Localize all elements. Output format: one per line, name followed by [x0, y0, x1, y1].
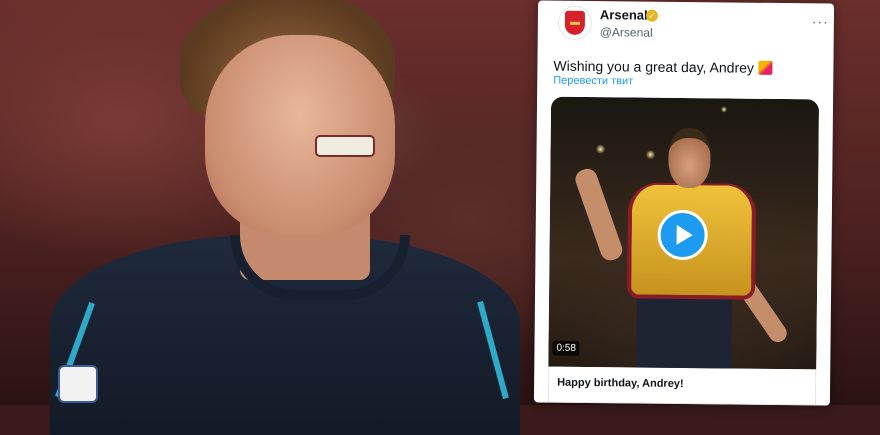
verified-badge-icon: ✓ — [645, 9, 659, 22]
thumbnail-arm — [572, 166, 626, 264]
tweet-card: Arsenal ✓ @Arsenal ··· Wishing you a gre… — [533, 0, 835, 406]
author-name[interactable]: Arsenal — [600, 7, 648, 22]
tweet-body: Wishing you a great day, Andrey — [553, 57, 755, 76]
arsenal-crest-icon[interactable] — [557, 5, 593, 41]
tweet-text: Wishing you a great day, Andrey — [553, 57, 773, 76]
play-icon — [676, 224, 693, 246]
crest-shield — [564, 10, 586, 35]
video-media[interactable]: 0:58 — [548, 96, 820, 370]
video-caption-bar[interactable]: Happy birthday, Andrey! — [547, 366, 817, 406]
party-popper-icon — [757, 60, 773, 75]
video-duration: 0:58 — [552, 340, 581, 356]
author-handle[interactable]: @Arsenal — [600, 25, 653, 40]
more-options-icon[interactable]: ··· — [812, 13, 829, 29]
thumbnail-shorts — [636, 290, 733, 370]
player-teeth — [315, 135, 375, 157]
sleeve-badge — [58, 365, 98, 403]
tweet-header: Arsenal ✓ @Arsenal ··· — [538, 0, 835, 53]
translate-link[interactable]: Перевести твит — [553, 75, 633, 88]
play-button[interactable] — [657, 209, 708, 261]
video-caption: Happy birthday, Andrey! — [557, 376, 684, 391]
thumbnail-head — [668, 127, 711, 189]
